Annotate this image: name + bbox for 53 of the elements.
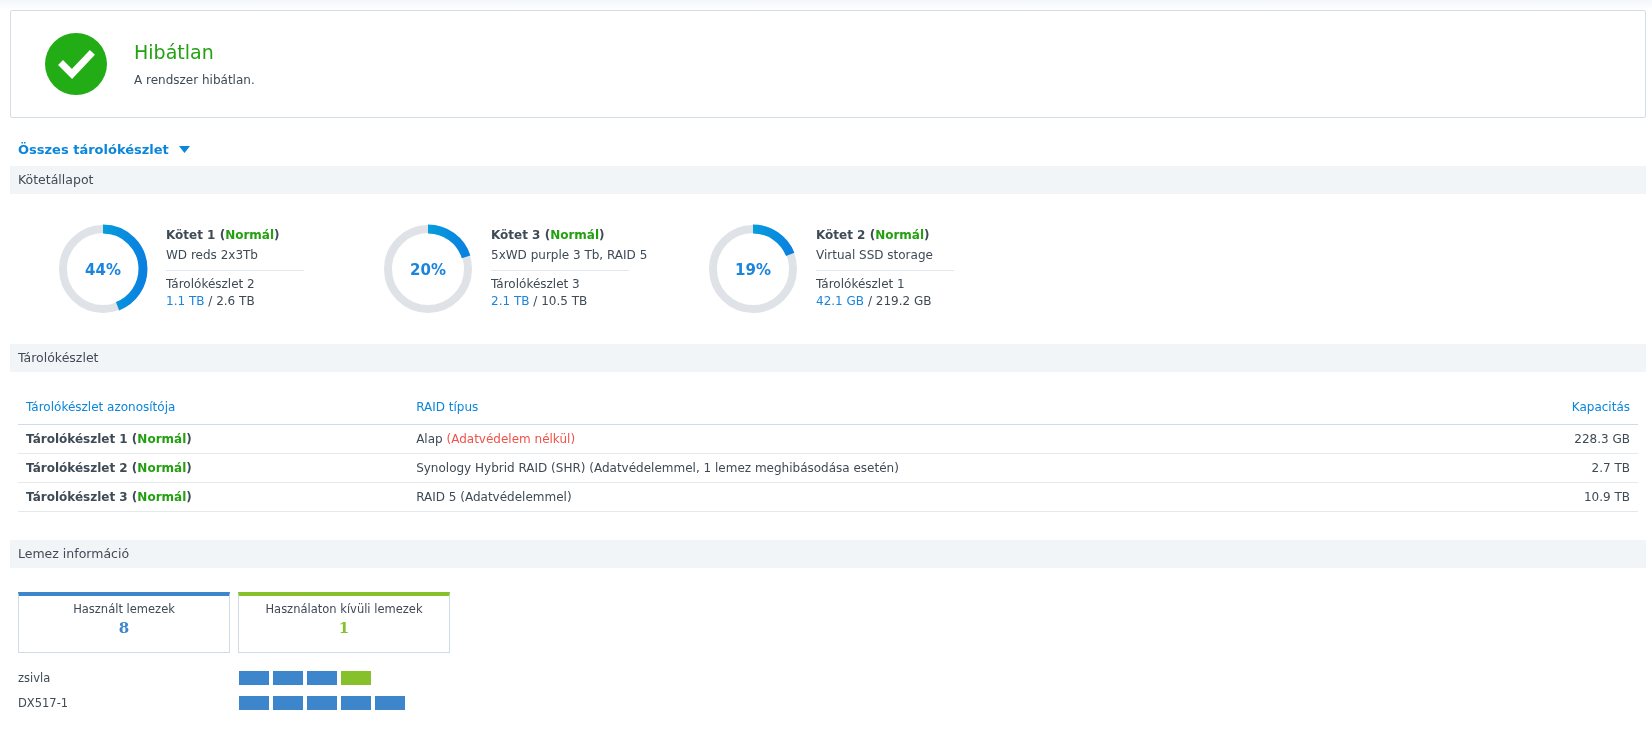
disk-count: 8 — [117, 619, 131, 637]
disk-slot[interactable] — [307, 670, 337, 685]
usage-percent: 20% — [410, 261, 446, 279]
disk-slot[interactable] — [375, 695, 405, 710]
volume-title: Kötet 2 (Normál) — [816, 228, 931, 242]
usage-percent: 44% — [85, 261, 121, 279]
total-capacity: / 10.5 TB — [533, 294, 588, 308]
section-header: Tárolókészlet — [10, 344, 1646, 372]
disk-slot[interactable] — [341, 670, 371, 685]
volume-description: Virtual SSD storage — [816, 247, 934, 264]
raid-type: Alap — [416, 432, 443, 446]
volume-description: 5xWD purple 3 Tb, RAID 5 — [491, 247, 648, 264]
volume-description: WD reds 2x3Tb — [166, 247, 259, 264]
disk-slot[interactable] — [273, 695, 303, 710]
usage-percent: 19% — [735, 261, 771, 279]
volume-title: Kötet 1 (Normál) — [166, 228, 281, 242]
unit-name: zsivla — [18, 670, 52, 685]
capacity-cell: 2.7 TB — [1478, 453, 1638, 483]
summary-label: Használt lemezek — [72, 602, 176, 616]
raid-type: Synology Hybrid RAID (SHR) (Adatvédelemmel, 1 lemez meghibásodása esetén) — [416, 461, 899, 475]
pool-name: Tárolókészlet 2 — [166, 276, 256, 293]
column-header[interactable]: Kapacitás — [1478, 390, 1638, 425]
protection-warning: (Adatvédelem nélkül) — [446, 432, 576, 446]
disk-slot[interactable] — [273, 670, 303, 685]
capacity-cell: 10.9 TB — [1478, 482, 1638, 512]
pool-name: Tárolókészlet 1 — [816, 276, 906, 293]
column-header[interactable]: RAID típus — [408, 390, 1479, 425]
unit-name: DX517-1 — [18, 695, 70, 710]
total-capacity: / 2.6 TB — [208, 294, 255, 308]
caret-icon — [178, 146, 190, 153]
disk-slot[interactable] — [239, 670, 269, 685]
pool-name-cell: Tárolókészlet 3 (Normál) — [18, 482, 409, 512]
used-capacity: 2.1 TB — [491, 294, 530, 308]
column-header[interactable]: Tárolókészlet azonosítója — [18, 390, 409, 425]
pool-filter-dropdown[interactable]: Összes tárolókészlet — [18, 142, 190, 157]
disk-slot[interactable] — [307, 695, 337, 710]
status-message: A rendszer hibátlan. — [134, 73, 255, 87]
used-capacity: 1.1 TB — [166, 294, 205, 308]
capacity-cell: 228.3 GB — [1478, 424, 1638, 454]
pool-name-cell: Tárolókészlet 1 (Normál) — [18, 424, 409, 454]
total-capacity: / 219.2 GB — [867, 294, 932, 308]
section-header: Kötetállapot — [10, 166, 1646, 194]
status-title: Hibátlan — [134, 41, 215, 63]
disk-slot[interactable] — [239, 695, 269, 710]
pool-name-cell: Tárolókészlet 2 (Normál) — [18, 453, 409, 483]
volume-title: Kötet 3 (Normál) — [491, 228, 606, 242]
used-capacity: 42.1 GB — [816, 294, 865, 308]
disk-slot[interactable] — [341, 695, 371, 710]
section-header: Lemez információ — [10, 540, 1646, 568]
pool-name: Tárolókészlet 3 — [491, 276, 581, 293]
summary-label: Használaton kívüli lemezek — [264, 602, 424, 616]
disk-count: 1 — [337, 619, 351, 637]
raid-type: RAID 5 (Adatvédelemmel) — [416, 490, 572, 504]
